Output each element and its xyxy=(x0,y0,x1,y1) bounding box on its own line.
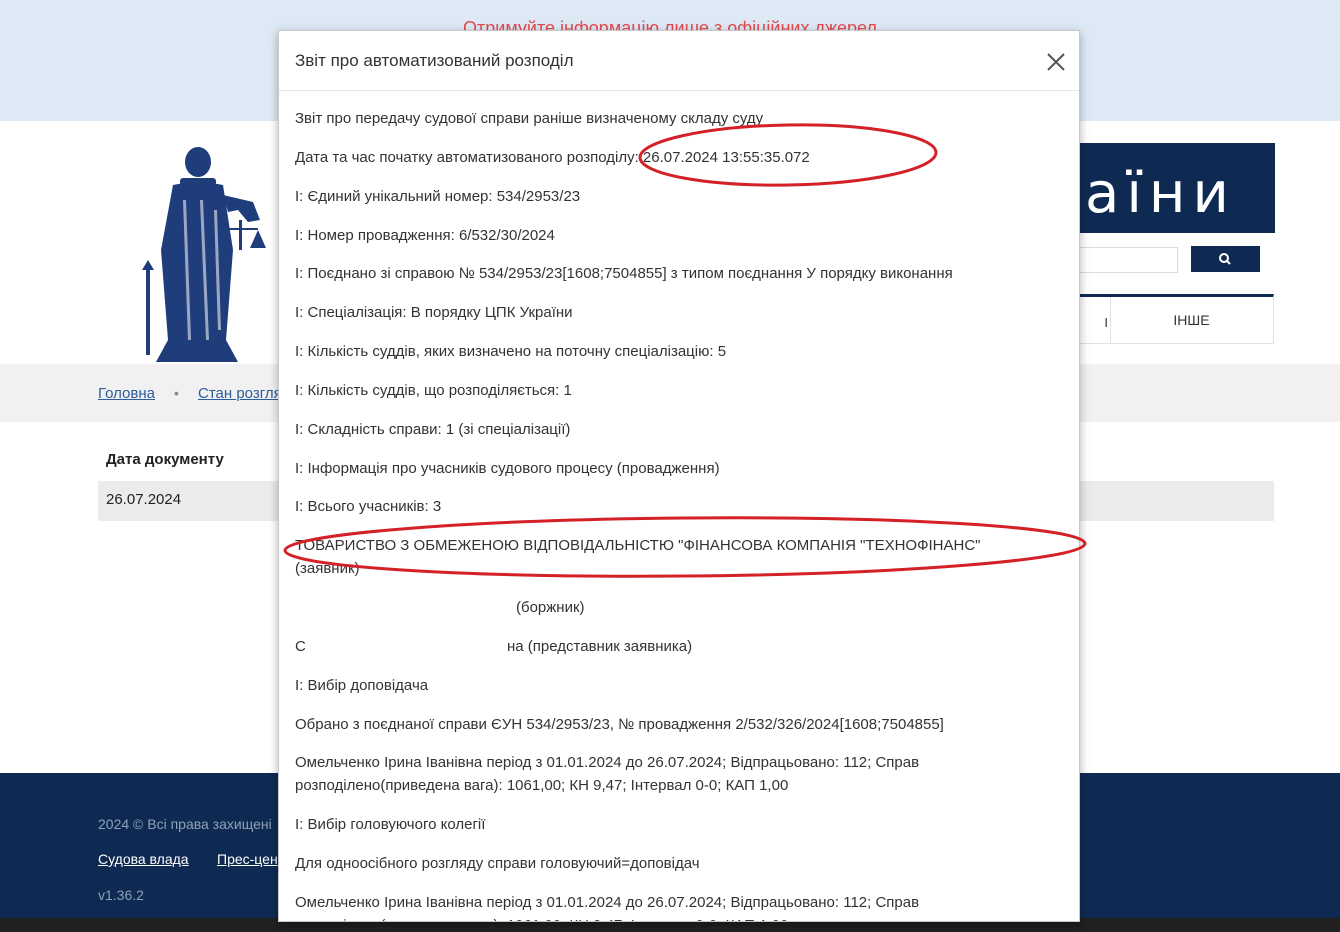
report-line: Обрано з поєднаної справи ЄУН 534/2953/2… xyxy=(295,716,944,733)
table-cell-date: 26.07.2024 xyxy=(106,491,182,508)
nav-item-other[interactable]: ІНШЕ xyxy=(1110,297,1273,343)
report-line: І: Вибір головуючого колегії xyxy=(295,816,486,833)
report-line: І: Спеціалізація: В порядку ЦПК України xyxy=(295,304,573,321)
distribution-report-modal: Звіт про автоматизований розподіл Звіт п… xyxy=(278,30,1080,922)
main-nav: І ІНШЕ xyxy=(1068,294,1274,344)
report-line: Звіт про передачу судової справи раніше … xyxy=(295,110,764,127)
table-header-date: Дата документу xyxy=(106,451,224,468)
footer-link-press[interactable]: Прес-цен xyxy=(217,851,278,867)
breadcrumb-home-link[interactable]: Головна xyxy=(98,385,155,402)
report-line: І: Вибір доповідача xyxy=(295,677,429,694)
themis-logo-icon xyxy=(142,147,266,362)
report-line: Омельченко Ірина Іванівна період з 01.01… xyxy=(295,754,920,771)
report-line-start-time: Дата та час початку автоматизованого роз… xyxy=(295,149,810,166)
breadcrumb-status-link[interactable]: Стан розгля xyxy=(198,385,282,402)
search-input[interactable] xyxy=(1068,247,1178,273)
footer-version: v1.36.2 xyxy=(98,887,144,903)
report-line-rep-role: на (представник заявника) xyxy=(507,638,693,655)
report-line: І: Поєднано зі справою № 534/2953/23[160… xyxy=(295,265,953,282)
report-line: І: Кількість суддів, що розподіляється: … xyxy=(295,382,572,399)
close-icon[interactable] xyxy=(1045,51,1067,73)
report-line: І: Складність справи: 1 (зі спеціалізаці… xyxy=(295,421,571,438)
modal-title: Звіт про автоматизований розподіл xyxy=(295,51,574,70)
report-line: розподілено(приведена вага): 1061,00; КН… xyxy=(295,914,788,921)
search-icon xyxy=(1219,253,1231,265)
modal-header: Звіт про автоматизований розподіл xyxy=(279,31,1079,91)
report-line-rep-initial: С xyxy=(295,638,306,655)
footer-copyright: 2024 © Всі права захищені xyxy=(98,816,272,832)
report-line-debtor-role: (боржник) xyxy=(516,599,585,616)
site-title: аїни xyxy=(1085,161,1236,226)
report-line-applicant: ТОВАРИСТВО З ОБМЕЖЕНОЮ ВІДПОВІДАЛЬНІСТЮ … xyxy=(295,537,981,554)
report-line: розподілено(приведена вага): 1061,00; КН… xyxy=(295,777,789,794)
report-line: І: Єдиний унікальний номер: 534/2953/23 xyxy=(295,188,581,205)
report-line: Для одноосібного розгляду справи головую… xyxy=(295,855,700,872)
report-line: І: Кількість суддів, яких визначено на п… xyxy=(295,343,727,360)
report-line: І: Інформація про учасників судового про… xyxy=(295,460,720,477)
breadcrumb-separator: • xyxy=(174,385,179,401)
report-line: Омельченко Ірина Іванівна період з 01.01… xyxy=(295,894,920,911)
report-line: І: Всього учасників: 3 xyxy=(295,498,442,515)
report-line-applicant-role: (заявник) xyxy=(295,560,360,577)
report-line: І: Номер провадження: 6/532/30/2024 xyxy=(295,227,555,244)
site-title-block: аїни xyxy=(1065,143,1275,233)
search-button[interactable] xyxy=(1191,246,1260,272)
nav-item-partial-label: І xyxy=(1104,315,1108,330)
footer-link-court[interactable]: Судова влада xyxy=(98,851,189,867)
